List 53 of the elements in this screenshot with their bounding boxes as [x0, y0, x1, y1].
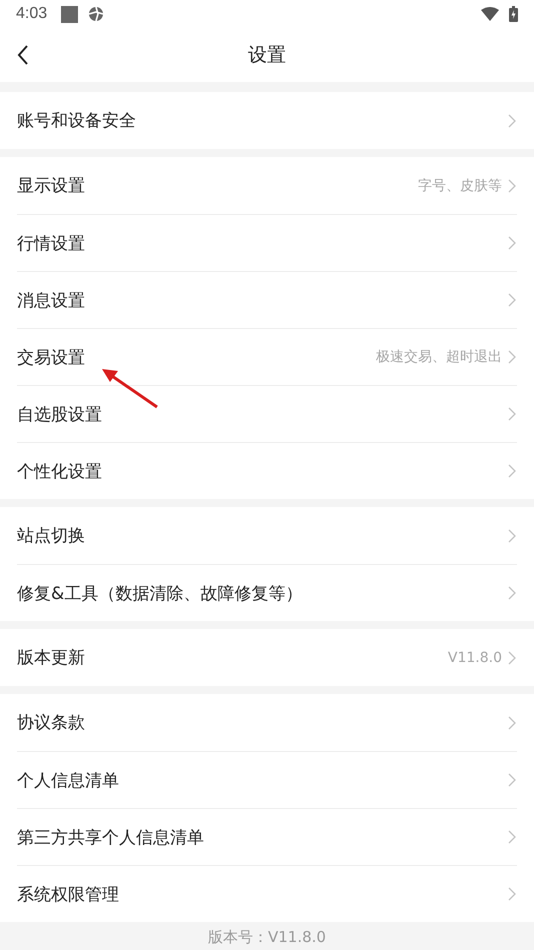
item-label: 显示设置 [17, 175, 86, 197]
chevron-right-icon [508, 716, 516, 730]
item-label: 交易设置 [17, 346, 86, 368]
pointer-arrow-icon [100, 366, 160, 410]
settings-item[interactable]: 显示设置 字号、皮肤等 [17, 157, 517, 214]
page-title: 设置 [248, 43, 286, 68]
battery-charging-icon [509, 6, 518, 22]
notification-square-icon [61, 6, 78, 22]
wifi-icon [481, 7, 499, 21]
settings-item[interactable]: 自选股设置 [17, 385, 517, 442]
item-label: 账号和设备安全 [17, 110, 137, 132]
chevron-right-icon [508, 350, 516, 364]
settings-item[interactable]: 修复&工具（数据清除、故障修复等） [17, 564, 517, 621]
chevron-right-icon [508, 464, 516, 478]
chevron-right-icon [508, 528, 516, 542]
item-label: 协议条款 [17, 712, 86, 734]
version-text: 版本号：V11.8.0 [208, 928, 326, 948]
chevron-right-icon [508, 293, 516, 307]
item-hint: 极速交易、超时退出 [376, 348, 502, 366]
settings-item[interactable]: 系统权限管理 [17, 865, 517, 922]
item-label: 个人信息清单 [17, 770, 120, 792]
settings-item[interactable]: 账号和设备安全 [17, 92, 517, 149]
item-label: 系统权限管理 [17, 884, 120, 906]
item-label: 第三方共享个人信息清单 [17, 826, 205, 848]
settings-item[interactable]: 版本更新 V11.8.0 [17, 629, 517, 686]
item-label: 自选股设置 [17, 404, 103, 426]
settings-item[interactable]: 个性化设置 [17, 442, 517, 499]
item-label: 行情设置 [17, 232, 86, 254]
back-icon[interactable] [17, 45, 29, 65]
settings-item[interactable]: 行情设置 [17, 214, 517, 271]
chevron-right-icon [508, 114, 516, 128]
settings-item[interactable]: 个人信息清单 [17, 751, 517, 808]
chevron-right-icon [508, 773, 516, 787]
chevron-right-icon [508, 887, 516, 901]
item-label: 站点切换 [17, 525, 86, 547]
item-label: 修复&工具（数据清除、故障修复等） [17, 582, 304, 604]
settings-item[interactable]: 协议条款 [17, 694, 517, 751]
status-time: 4:03 [16, 5, 48, 23]
item-hint: V11.8.0 [448, 650, 502, 666]
settings-item[interactable]: 站点切换 [17, 507, 517, 564]
chevron-right-icon [508, 236, 516, 250]
item-label: 个性化设置 [17, 460, 103, 482]
aperture-icon [88, 6, 104, 22]
chevron-right-icon [508, 407, 516, 421]
item-hint: 字号、皮肤等 [418, 176, 502, 194]
item-label: 版本更新 [17, 647, 86, 669]
chevron-right-icon [508, 650, 516, 664]
settings-item[interactable]: 第三方共享个人信息清单 [17, 808, 517, 865]
settings-item[interactable]: 消息设置 [17, 271, 517, 328]
item-label: 消息设置 [17, 290, 86, 312]
chevron-right-icon [508, 586, 516, 600]
chevron-right-icon [508, 830, 516, 844]
chevron-right-icon [508, 178, 516, 192]
